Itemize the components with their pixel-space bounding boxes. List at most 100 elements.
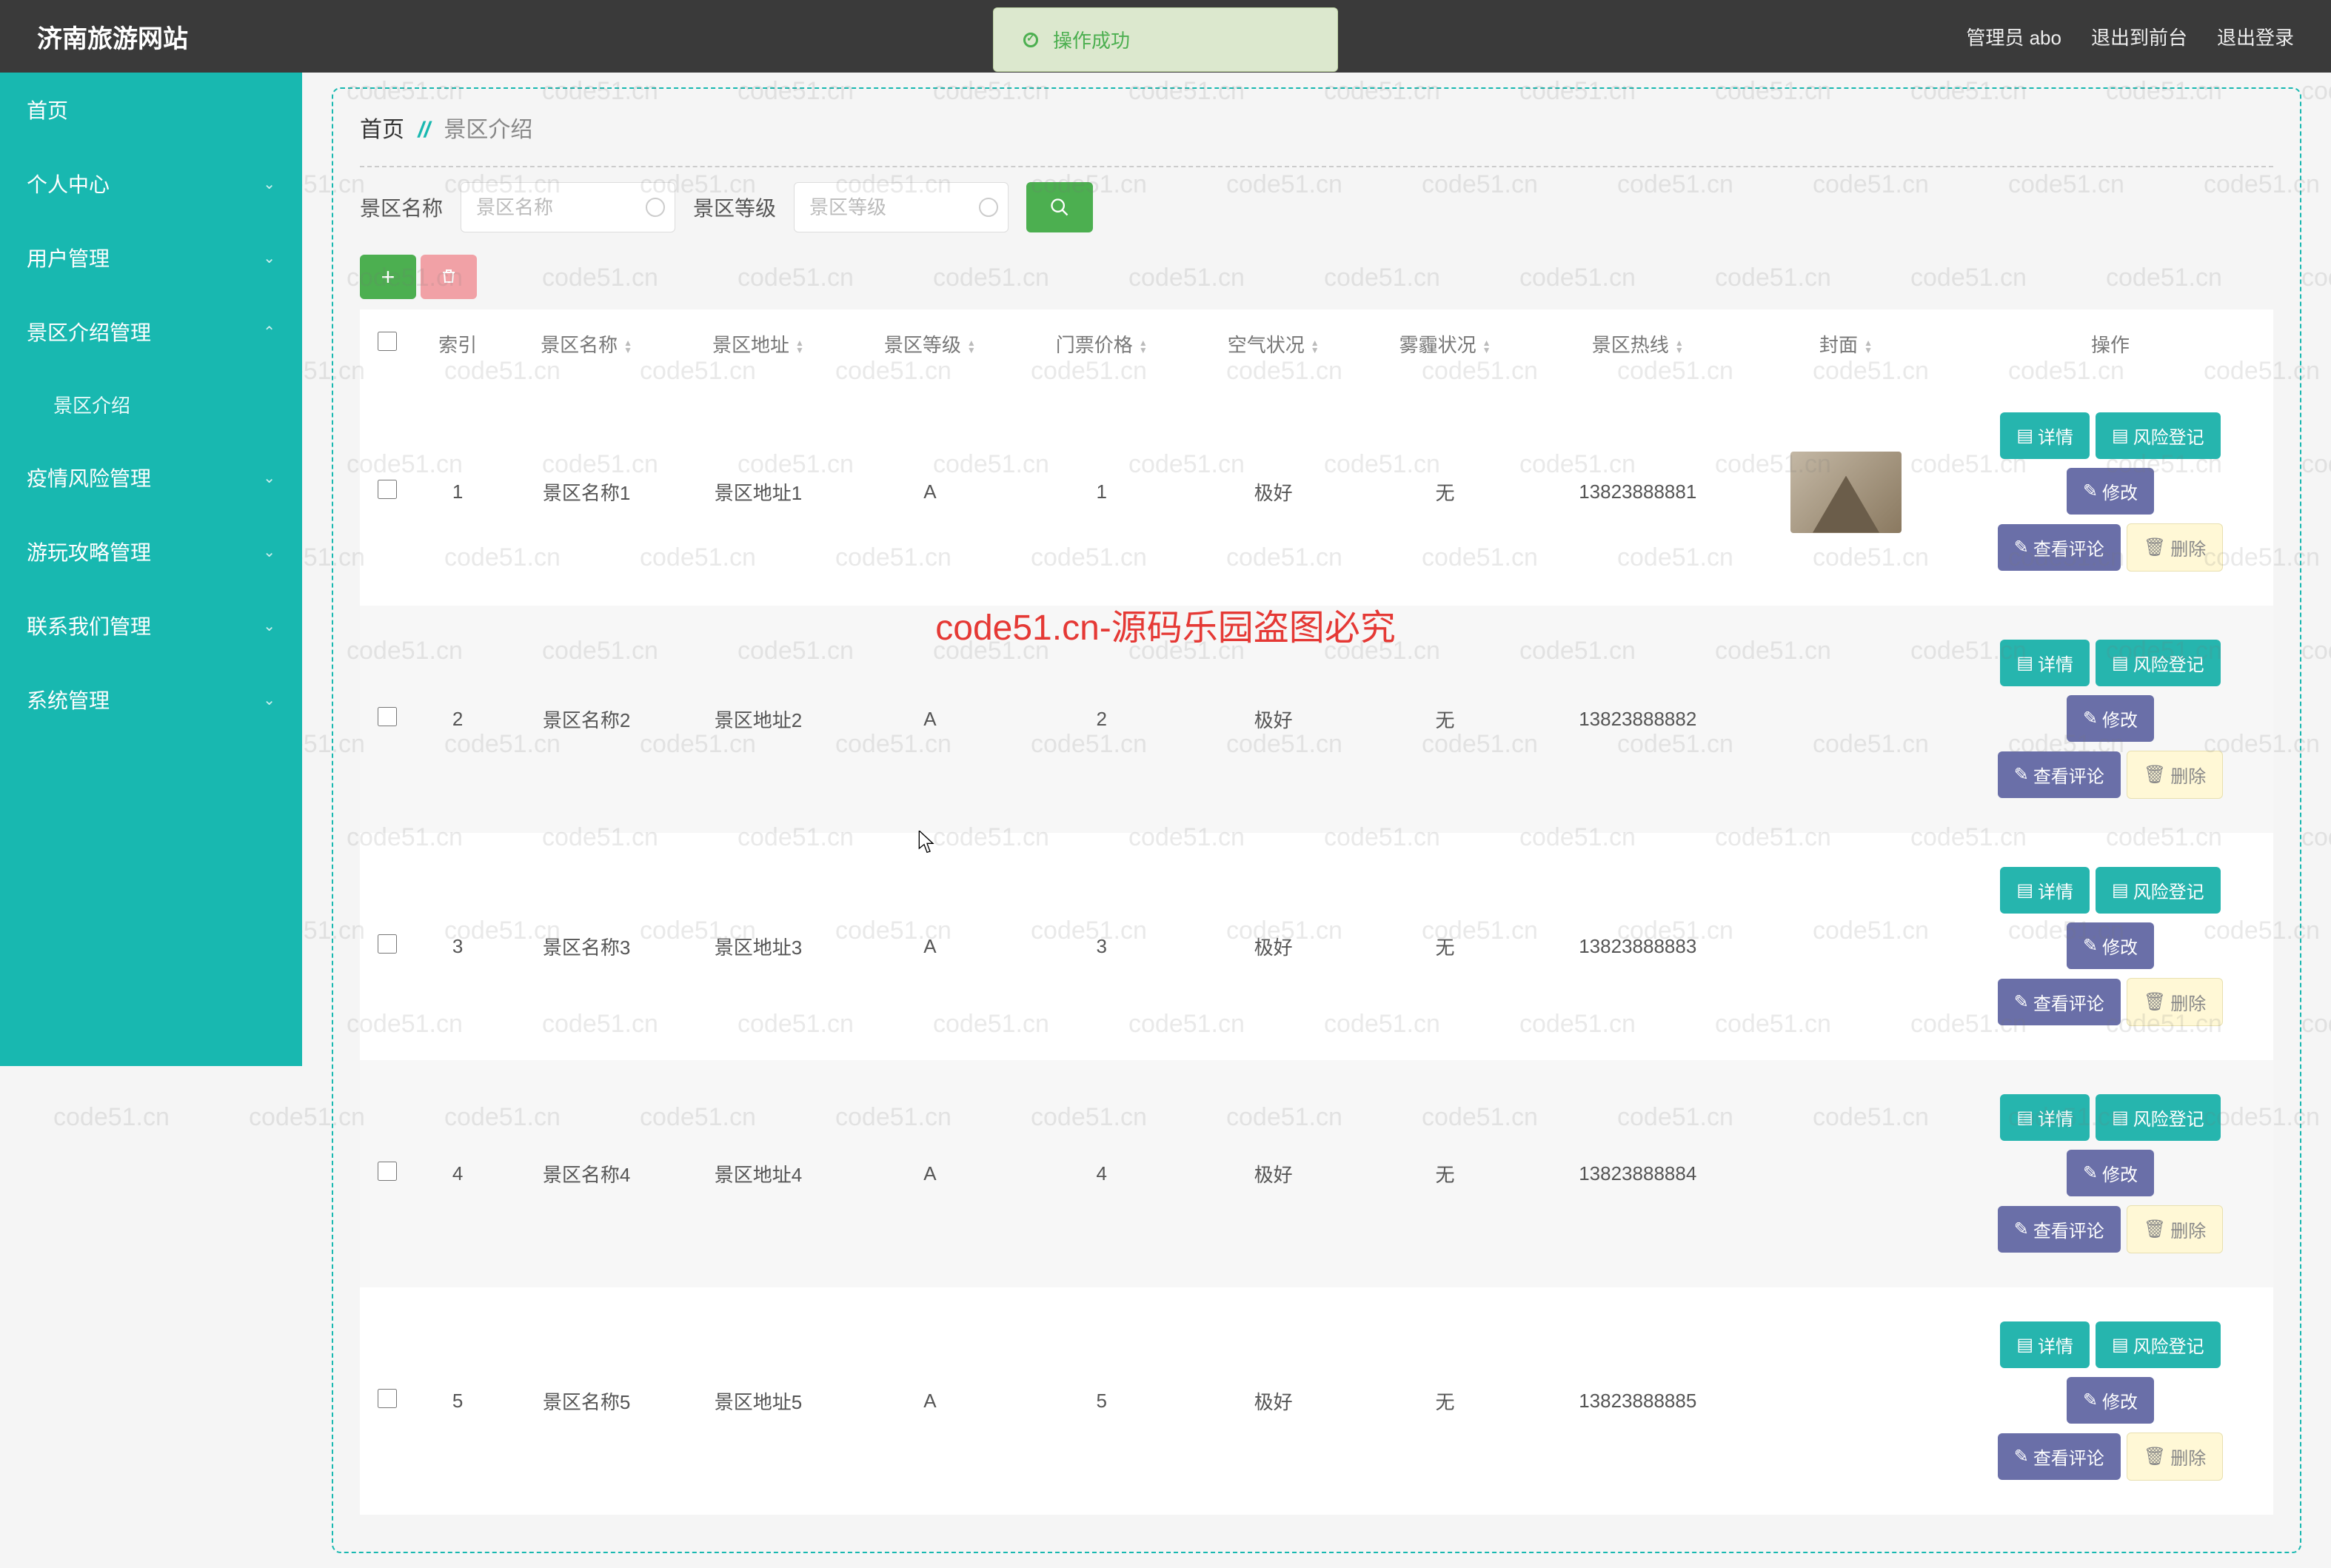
- table-row: 2景区名称2景区地址2A2极好无13823888882▤ 详情▤ 风险登记✎ 修…: [360, 606, 2273, 833]
- row-checkbox[interactable]: [378, 1389, 397, 1408]
- comments-button[interactable]: ✎ 查看评论: [1998, 751, 2121, 798]
- col-name[interactable]: 景区名称▲▼: [501, 309, 672, 378]
- risk-button[interactable]: ▤ 风险登记: [2096, 1094, 2221, 1141]
- breadcrumb-root[interactable]: 首页: [360, 118, 404, 142]
- filter-name-label: 景区名称: [360, 192, 443, 222]
- edit-icon: ✎: [2083, 480, 2098, 502]
- trash-icon: 🗑: [2144, 537, 2166, 558]
- select-all-checkbox[interactable]: [378, 332, 397, 351]
- breadcrumb: 首页 // 景区介绍: [360, 111, 2273, 167]
- logout-link[interactable]: 退出登录: [2217, 23, 2294, 50]
- sidebar-item[interactable]: 个人中心⌄: [0, 147, 302, 221]
- col-level[interactable]: 景区等级▲▼: [844, 309, 1016, 378]
- success-toast: 操作成功: [993, 7, 1338, 72]
- detail-button[interactable]: ▤ 详情: [2000, 1321, 2090, 1368]
- delete-button[interactable]: 🗑 删除: [2127, 978, 2223, 1026]
- delete-button[interactable]: 🗑 删除: [2127, 1433, 2223, 1481]
- edit-button[interactable]: ✎ 修改: [2067, 922, 2154, 969]
- add-button[interactable]: +: [360, 255, 416, 299]
- sidebar-item-label: 系统管理: [27, 685, 110, 714]
- cell-ops: ▤ 详情▤ 风险登记 ✎ 修改 ✎ 查看评论🗑 删除: [1947, 606, 2273, 833]
- cell-air: 极好: [1188, 833, 1360, 1060]
- risk-button[interactable]: ▤ 风险登记: [2096, 412, 2221, 459]
- sidebar-item[interactable]: 联系我们管理⌄: [0, 589, 302, 663]
- edit-icon: ✎: [2083, 1162, 2098, 1184]
- chevron-icon: ⌄: [263, 249, 275, 267]
- comments-button[interactable]: ✎ 查看评论: [1998, 1433, 2121, 1480]
- comments-button[interactable]: ✎ 查看评论: [1998, 1206, 2121, 1253]
- row-checkbox[interactable]: [378, 707, 397, 726]
- trash-icon: 🗑: [2144, 764, 2166, 785]
- sidebar-item[interactable]: 系统管理⌄: [0, 663, 302, 737]
- detail-button[interactable]: ▤ 详情: [2000, 412, 2090, 459]
- bulk-actions: +: [360, 255, 2273, 299]
- back-to-front[interactable]: 退出到前台: [2091, 23, 2187, 50]
- cell-name: 景区名称4: [501, 1060, 672, 1287]
- detail-button[interactable]: ▤ 详情: [2000, 1094, 2090, 1141]
- delete-button[interactable]: 🗑 删除: [2127, 1205, 2223, 1253]
- cell-index: 1: [415, 378, 501, 606]
- comments-button[interactable]: ✎ 查看评论: [1998, 979, 2121, 1025]
- trash-icon: [440, 267, 458, 285]
- admin-label[interactable]: 管理员 abo: [1966, 23, 2061, 50]
- sidebar-item-label: 游玩攻略管理: [27, 537, 151, 566]
- breadcrumb-current: 景区介绍: [444, 118, 532, 142]
- cell-name: 景区名称2: [501, 606, 672, 833]
- sidebar-item-label: 疫情风险管理: [27, 463, 151, 492]
- search-icon: [1049, 197, 1070, 218]
- col-address[interactable]: 景区地址▲▼: [672, 309, 844, 378]
- row-checkbox[interactable]: [378, 480, 397, 499]
- comments-button[interactable]: ✎ 查看评论: [1998, 524, 2121, 571]
- row-checkbox[interactable]: [378, 1162, 397, 1181]
- toast-message: 操作成功: [1053, 26, 1130, 53]
- cell-fog: 无: [1360, 1287, 1531, 1515]
- cell-price: 5: [1016, 1287, 1188, 1515]
- edit-icon: ✎: [2014, 537, 2029, 558]
- risk-button[interactable]: ▤ 风险登记: [2096, 867, 2221, 914]
- col-index[interactable]: 索引: [415, 309, 501, 378]
- col-hotline[interactable]: 景区热线▲▼: [1531, 309, 1745, 378]
- col-air[interactable]: 空气状况▲▼: [1188, 309, 1360, 378]
- delete-button[interactable]: 🗑 删除: [2127, 523, 2223, 572]
- cell-cover: [1745, 606, 1947, 833]
- cell-price: 3: [1016, 833, 1188, 1060]
- sidebar-item-label: 首页: [27, 95, 68, 124]
- edit-button[interactable]: ✎ 修改: [2067, 695, 2154, 742]
- doc-icon: ▤: [2016, 1107, 2033, 1128]
- cell-address: 景区地址1: [672, 378, 844, 606]
- edit-button[interactable]: ✎ 修改: [2067, 1377, 2154, 1424]
- doc-icon: ▤: [2016, 1334, 2033, 1356]
- sidebar-item[interactable]: 景区介绍管理⌃: [0, 295, 302, 369]
- row-checkbox[interactable]: [378, 934, 397, 954]
- col-price[interactable]: 门票价格▲▼: [1016, 309, 1188, 378]
- edit-button[interactable]: ✎ 修改: [2067, 468, 2154, 515]
- filter-name-input[interactable]: [461, 182, 675, 232]
- chevron-icon: ⌄: [263, 543, 275, 561]
- sidebar-item[interactable]: 游玩攻略管理 ⌄: [0, 515, 302, 589]
- sidebar-item[interactable]: 首页: [0, 73, 302, 147]
- cell-index: 3: [415, 833, 501, 1060]
- risk-button[interactable]: ▤ 风险登记: [2096, 640, 2221, 686]
- cell-address: 景区地址4: [672, 1060, 844, 1287]
- bulk-delete-button[interactable]: [421, 255, 477, 299]
- sidebar-item[interactable]: 疫情风险管理⌄: [0, 440, 302, 515]
- doc-icon: ▤: [2112, 1334, 2129, 1356]
- edit-icon: ✎: [2014, 1219, 2029, 1240]
- col-fog[interactable]: 雾霾状况▲▼: [1360, 309, 1531, 378]
- col-cover[interactable]: 封面▲▼: [1745, 309, 1947, 378]
- edit-icon: ✎: [2083, 708, 2098, 729]
- sidebar-subitem[interactable]: 景区介绍: [0, 369, 302, 440]
- search-button[interactable]: [1026, 182, 1093, 232]
- cell-cover: [1745, 1287, 1947, 1515]
- detail-button[interactable]: ▤ 详情: [2000, 640, 2090, 686]
- cell-fog: 无: [1360, 1060, 1531, 1287]
- detail-button[interactable]: ▤ 详情: [2000, 867, 2090, 914]
- cover-thumb[interactable]: [1790, 452, 1902, 533]
- filter-level-input[interactable]: [794, 182, 1009, 232]
- sidebar-item[interactable]: 用户管理⌄: [0, 221, 302, 295]
- edit-button[interactable]: ✎ 修改: [2067, 1150, 2154, 1196]
- risk-button[interactable]: ▤ 风险登记: [2096, 1321, 2221, 1368]
- delete-button[interactable]: 🗑 删除: [2127, 751, 2223, 799]
- cell-hotline: 13823888882: [1531, 606, 1745, 833]
- doc-icon: ▤: [2016, 880, 2033, 901]
